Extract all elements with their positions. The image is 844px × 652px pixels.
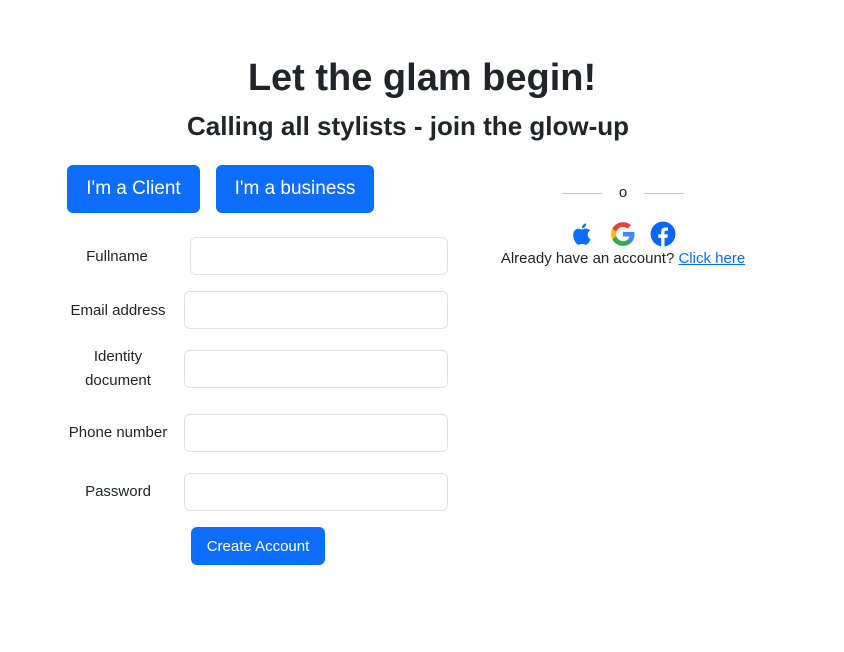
- email-label: Email address: [70, 302, 166, 319]
- fullname-input[interactable]: [190, 237, 448, 275]
- password-label: Password: [85, 483, 151, 500]
- google-icon[interactable]: [610, 221, 636, 247]
- phone-input[interactable]: [184, 414, 448, 452]
- login-prompt-text: Already have an account?: [500, 250, 675, 267]
- client-button[interactable]: I'm a Client: [67, 165, 200, 213]
- apple-icon[interactable]: [570, 221, 596, 247]
- fullname-label: Fullname: [86, 248, 148, 265]
- identity-input[interactable]: [184, 350, 448, 388]
- facebook-icon[interactable]: [650, 221, 676, 247]
- phone-label: Phone number: [68, 424, 168, 441]
- divider-line-left: [562, 193, 602, 194]
- divider-line-right: [644, 193, 684, 194]
- divider-text: o: [618, 184, 628, 201]
- identity-label: Identity document: [85, 348, 151, 389]
- page-title: Let the glam begin!: [247, 57, 597, 99]
- create-account-button[interactable]: Create Account: [191, 527, 325, 565]
- password-input[interactable]: [184, 473, 448, 511]
- login-prompt-row: Already have an account? Click here: [440, 248, 806, 270]
- page-subtitle: Calling all stylists - join the glow-up: [186, 111, 630, 141]
- email-input[interactable]: [184, 291, 448, 329]
- business-button[interactable]: I'm a business: [216, 165, 374, 213]
- login-link[interactable]: Click here: [678, 250, 745, 267]
